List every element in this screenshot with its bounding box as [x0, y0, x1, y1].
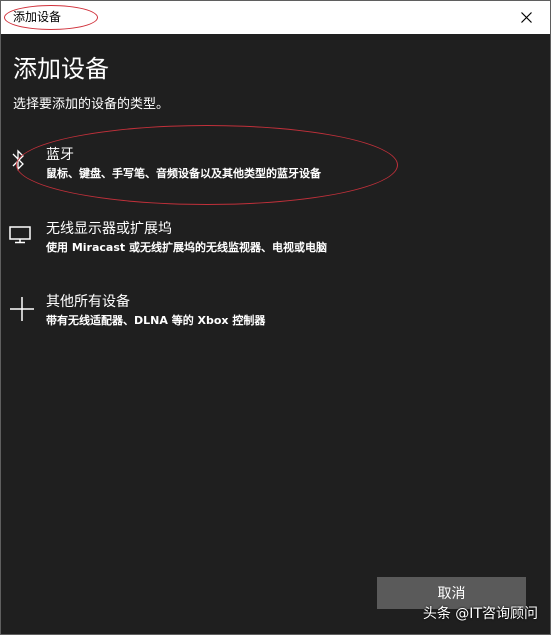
- watermark: 头条 @IT咨询顾问: [422, 606, 538, 622]
- monitor-icon: [7, 221, 33, 251]
- page-subtitle: 选择要添加的设备的类型。: [13, 97, 170, 112]
- close-icon: [521, 12, 532, 23]
- title-annotation-circle: [4, 5, 98, 30]
- option-other-devices-description: 带有无线适配器、DLNA 等的 Xbox 控制器: [46, 314, 266, 327]
- bluetooth-annotation-circle: [16, 125, 398, 205]
- close-button[interactable]: [504, 1, 550, 34]
- option-wireless-display[interactable]: 无线显示器或扩展坞 使用 Miracast 或无线扩展坞的无线监视器、电视或电脑: [7, 221, 407, 267]
- title-bar: 添加设备: [1, 1, 550, 34]
- plus-icon: [7, 294, 35, 326]
- option-wireless-display-description: 使用 Miracast 或无线扩展坞的无线监视器、电视或电脑: [46, 241, 327, 254]
- page-title: 添加设备: [13, 55, 109, 83]
- option-wireless-display-title: 无线显示器或扩展坞: [46, 221, 172, 237]
- add-device-dialog: 添加设备 添加设备 选择要添加的设备的类型。 蓝牙 鼠标、键盘、手写笔、音频设备…: [0, 0, 551, 635]
- option-other-devices[interactable]: 其他所有设备 带有无线适配器、DLNA 等的 Xbox 控制器: [7, 294, 407, 340]
- option-other-devices-title: 其他所有设备: [46, 294, 130, 310]
